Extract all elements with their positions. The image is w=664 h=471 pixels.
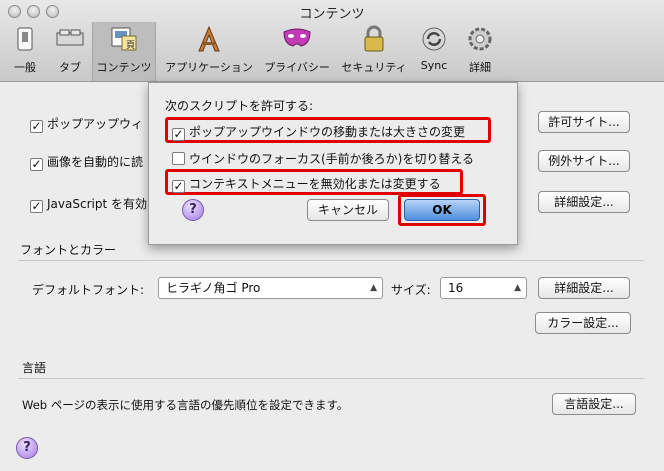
move-resize-label: ポップアップウインドウの移動または大きさの変更 [189,125,466,139]
popups-row: ✓ ポップアップウィ [30,115,143,133]
tab-tabs-label: タブ [59,61,81,74]
language-section-title: 言語 [22,361,47,375]
images-checkbox[interactable]: ✓ [30,158,43,171]
tab-advanced-label: 詳細 [469,61,491,74]
exception-sites-button[interactable]: 例外サイト... [538,150,630,172]
fonts-advanced-button[interactable]: 詳細設定... [538,277,630,299]
sheet-help-button[interactable]: ? [182,199,204,221]
popups-label: ポップアップウィ [47,117,144,131]
tab-content[interactable]: 頁 コンテンツ [92,22,156,81]
svg-text:頁: 頁 [126,40,135,51]
sync-icon [422,27,446,51]
sheet-option-focus: ウインドウのフォーカス(手前か後ろか)を切り替える [172,150,474,167]
allowed-sites-button[interactable]: 許可サイト... [538,111,630,133]
fonts-section-title: フォントとカラー [20,243,117,257]
select-arrows-icon: ▲ [514,283,521,293]
help-button[interactable]: ? [16,437,38,459]
javascript-advanced-button[interactable]: 詳細設定... [538,191,630,213]
javascript-label: JavaScript を有効 [47,197,147,211]
javascript-row: ✓ JavaScript を有効 [30,195,147,213]
images-label: 画像を自動的に読 [47,155,144,169]
tab-general-label: 一般 [14,61,36,74]
tab-general[interactable]: 一般 [6,24,44,74]
tab-advanced[interactable]: 詳細 [460,24,500,74]
sheet-option-context-menu: ✓ コンテキストメニューを無効化または変更する [172,175,441,193]
title-bar: コンテンツ 一般 タブ 頁 コンテンツ アプリケーション プライバシー セキュリ… [0,0,664,82]
context-menu-label: コンテキストメニューを無効化または変更する [189,177,441,191]
javascript-checkbox[interactable]: ✓ [30,200,43,213]
font-size-select[interactable]: 16 ▲ [440,277,527,299]
select-arrows-icon: ▲ [370,283,377,293]
images-row: ✓ 画像を自動的に読 [30,153,143,171]
sheet-option-move-resize: ✓ ポップアップウインドウの移動または大きさの変更 [172,123,465,141]
colors-button[interactable]: カラー設定... [535,312,631,334]
cancel-button[interactable]: キャンセル [307,199,389,221]
language-description: Web ページの表示に使用する言語の優先順位を設定できます。 [22,398,349,412]
tab-privacy-label: プライバシー [264,61,330,74]
context-menu-checkbox[interactable]: ✓ [172,180,185,193]
lock-icon [364,25,384,52]
switch-icon [17,27,33,51]
tabs-icon [56,29,84,46]
applications-icon [198,25,220,52]
popups-checkbox[interactable]: ✓ [30,120,43,133]
tab-applications[interactable]: アプリケーション [163,24,255,74]
tab-tabs[interactable]: タブ [50,24,90,74]
tab-sync-label: Sync [420,59,448,72]
tab-applications-label: アプリケーション [165,61,253,74]
tab-sync[interactable]: Sync [414,24,454,74]
privacy-mask-icon [283,28,311,47]
focus-label: ウインドウのフォーカス(手前か後ろか)を切り替える [189,152,475,166]
default-font-value: ヒラギノ角ゴ Pro [166,281,261,295]
focus-checkbox[interactable] [172,152,185,165]
sheet-heading: 次のスクリプトを許可する: [165,99,314,113]
fonts-divider [18,260,644,261]
font-size-label: サイズ: [391,283,431,297]
font-size-value: 16 [448,281,464,295]
default-font-select[interactable]: ヒラギノ角ゴ Pro ▲ [158,277,383,299]
language-divider [18,378,644,379]
move-resize-checkbox[interactable]: ✓ [172,128,185,141]
window-title: コンテンツ [299,7,365,22]
content-icon: 頁 [111,27,137,51]
tab-content-label: コンテンツ [96,61,152,74]
ok-button[interactable]: OK [404,199,480,221]
tab-security-label: セキュリティ [341,61,407,74]
tab-security[interactable]: セキュリティ [338,24,410,74]
tab-privacy[interactable]: プライバシー [262,24,332,74]
default-font-label: デフォルトフォント: [32,283,145,297]
scripts-sheet: 次のスクリプトを許可する: ✓ ポップアップウインドウの移動または大きさの変更 ウ… [148,82,518,245]
gear-icon [468,27,492,51]
language-settings-button[interactable]: 言語設定... [552,393,636,415]
preferences-window: コンテンツ 一般 タブ 頁 コンテンツ アプリケーション プライバシー セキュリ… [0,0,664,471]
